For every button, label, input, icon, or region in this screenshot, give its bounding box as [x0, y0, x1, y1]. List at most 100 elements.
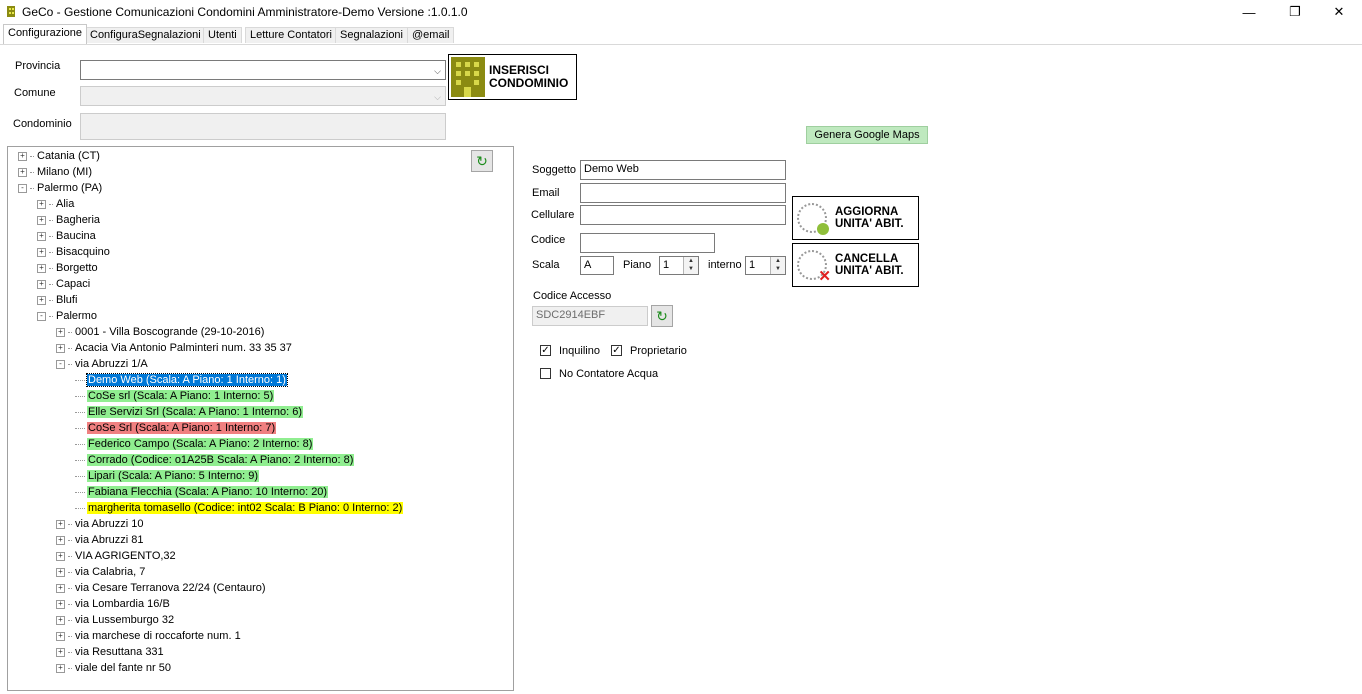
tree-node[interactable]: Federico Campo (Scala: A Piano: 2 Intern… — [75, 437, 314, 452]
tree-node[interactable]: + Capaci — [37, 277, 91, 292]
tree-node[interactable]: + via Lombardia 16/B — [56, 597, 171, 612]
expand-icon[interactable]: + — [37, 279, 46, 289]
tree-node[interactable]: +0001 - Villa Boscogrande (29-10-2016) — [56, 325, 265, 340]
tree-node-label[interactable]: via marchese di roccaforte num. 1 — [74, 630, 242, 642]
tree-node-label[interactable]: margherita tomasello (Codice: int02 Scal… — [87, 502, 404, 514]
comune-combo[interactable]: ⌵ — [80, 86, 446, 106]
expand-icon[interactable]: + — [37, 295, 46, 305]
expand-icon[interactable]: + — [56, 567, 65, 577]
spin-arrows-icon[interactable]: ▲ ▼ — [683, 257, 698, 274]
tree-node-label[interactable]: Lipari (Scala: A Piano: 5 Interno: 9) — [87, 470, 259, 482]
tree-node-label[interactable]: 0001 - Villa Boscogrande (29-10-2016) — [74, 326, 265, 338]
expand-icon[interactable]: + — [37, 199, 46, 209]
tree-node-label[interactable]: Palermo (PA) — [36, 182, 103, 194]
close-button[interactable]: ✕ — [1316, 0, 1362, 24]
expand-icon[interactable]: + — [18, 167, 27, 177]
expand-icon[interactable]: + — [56, 631, 65, 641]
tree-node-label[interactable]: Corrado (Codice: o1A25B Scala: A Piano: … — [87, 454, 355, 466]
tree-node-label[interactable]: CoSe srl (Scala: A Piano: 1 Interno: 5) — [87, 390, 275, 402]
tree-node-label[interactable]: via Lussemburgo 32 — [74, 614, 175, 626]
expand-icon[interactable]: + — [56, 599, 65, 609]
aggiorna-unita-button[interactable]: AGGIORNA UNITA' ABIT. — [792, 196, 919, 240]
tree-node-label[interactable]: Catania (CT) — [36, 150, 101, 162]
interno-stepper[interactable]: 1 ▲ ▼ — [745, 256, 786, 275]
tree-node-label[interactable]: VIA AGRIGENTO,32 — [74, 550, 177, 562]
tree-node[interactable]: + Milano (MI) — [18, 165, 93, 180]
refresh-tree-button[interactable]: ↻ — [471, 150, 493, 172]
spin-arrows-icon[interactable]: ▲ ▼ — [770, 257, 785, 274]
expand-icon[interactable]: + — [56, 663, 65, 673]
expand-icon[interactable]: + — [56, 615, 65, 625]
expand-icon[interactable]: + — [56, 327, 65, 337]
tree-node-label[interactable]: Baucina — [55, 230, 97, 242]
tree-node[interactable]: + VIA AGRIGENTO,32 — [56, 549, 177, 564]
tab-segnalazioni[interactable]: Segnalazioni — [335, 27, 408, 43]
tree-node[interactable]: Elle Servizi Srl (Scala: A Piano: 1 Inte… — [75, 405, 303, 420]
tree-node-label[interactable]: viale del fante nr 50 — [74, 662, 172, 674]
condominio-field[interactable] — [80, 113, 446, 140]
tree-node-label[interactable]: Demo Web (Scala: A Piano: 1 Interno: 1) — [86, 373, 288, 387]
cellulare-input[interactable] — [580, 205, 786, 225]
tree-node[interactable]: + via Resuttana 331 — [56, 645, 165, 660]
tree-node[interactable]: CoSe srl (Scala: A Piano: 1 Interno: 5) — [75, 389, 275, 404]
tree-node-label[interactable]: Federico Campo (Scala: A Piano: 2 Intern… — [87, 438, 314, 450]
tree-node[interactable]: + Acacia Via Antonio Palminteri num. 33 3… — [56, 341, 293, 356]
soggetto-input[interactable]: Demo Web — [580, 160, 786, 180]
tab-email[interactable]: @email — [407, 27, 455, 43]
condomini-tree[interactable]: + Catania (CT) + Milano (MI) - Palermo (PA) + A… — [7, 146, 514, 691]
tab-utenti[interactable]: Utenti — [203, 27, 242, 43]
tree-node[interactable]: margherita tomasello (Codice: int02 Scal… — [75, 501, 404, 516]
tree-node-label[interactable]: Milano (MI) — [36, 166, 93, 178]
expand-icon[interactable]: + — [56, 519, 65, 529]
cancella-unita-button[interactable]: ✕ CANCELLA UNITA' ABIT. — [792, 243, 919, 287]
tree-node[interactable]: Demo Web (Scala: A Piano: 1 Interno: 1) — [75, 373, 288, 388]
tree-node[interactable]: + via Abruzzi 10 — [56, 517, 144, 532]
tab-configurazione[interactable]: Configurazione — [3, 24, 87, 44]
tree-node[interactable]: - via Abruzzi 1/A — [56, 357, 149, 372]
tree-node-label[interactable]: via Abruzzi 1/A — [74, 358, 149, 370]
expand-icon[interactable]: + — [37, 231, 46, 241]
tab-letture-contatori[interactable]: Letture Contatori — [245, 27, 337, 43]
inserisci-condominio-button[interactable]: INSERISCI CONDOMINIO — [448, 54, 577, 100]
expand-icon[interactable]: + — [18, 151, 27, 161]
expand-icon[interactable]: + — [56, 343, 65, 353]
tree-node-label[interactable]: Bisacquino — [55, 246, 111, 258]
tree-node-label[interactable]: Blufi — [55, 294, 78, 306]
tree-node-label[interactable]: via Cesare Terranova 22/24 (Centauro) — [74, 582, 267, 594]
tree-node-label[interactable]: Borgetto — [55, 262, 99, 274]
genera-google-maps-button[interactable]: Genera Google Maps — [806, 126, 928, 144]
tree-node-label[interactable]: Fabiana Flecchia (Scala: A Piano: 10 Int… — [87, 486, 329, 498]
scala-input[interactable]: A — [580, 256, 614, 275]
tree-node[interactable]: + via Cesare Terranova 22/24 (Centauro) — [56, 581, 267, 596]
tab-configura-segnalazioni[interactable]: ConfiguraSegnalazioni — [85, 27, 206, 43]
expand-icon[interactable]: + — [56, 647, 65, 657]
tree-node[interactable]: + via Lussemburgo 32 — [56, 613, 175, 628]
provincia-combo[interactable]: ⌵ — [80, 60, 446, 80]
tree-node[interactable]: + Catania (CT) — [18, 149, 101, 164]
collapse-icon[interactable]: - — [37, 311, 46, 321]
codice-input[interactable] — [580, 233, 715, 253]
tree-node-label[interactable]: Acacia Via Antonio Palminteri num. 33 35… — [74, 342, 293, 354]
tree-node-label[interactable]: Capaci — [55, 278, 91, 290]
tree-node[interactable]: Corrado (Codice: o1A25B Scala: A Piano: … — [75, 453, 355, 468]
tree-node-label[interactable]: Elle Servizi Srl (Scala: A Piano: 1 Inte… — [87, 406, 303, 418]
tree-node[interactable]: + Borgetto — [37, 261, 99, 276]
tree-node-label[interactable]: via Resuttana 331 — [74, 646, 165, 658]
tree-node[interactable]: + Baucina — [37, 229, 97, 244]
tree-node[interactable]: - Palermo — [37, 309, 98, 324]
tree-node-label[interactable]: Palermo — [55, 310, 98, 322]
collapse-icon[interactable]: - — [18, 183, 27, 193]
expand-icon[interactable]: + — [56, 583, 65, 593]
tree-node[interactable]: + Bagheria — [37, 213, 101, 228]
proprietario-checkbox[interactable]: ✓ — [611, 345, 622, 356]
tree-node[interactable]: + viale del fante nr 50 — [56, 661, 172, 676]
tree-node-label[interactable]: via Calabria, 7 — [74, 566, 146, 578]
refresh-codice-button[interactable]: ↻ — [651, 305, 673, 327]
expand-icon[interactable]: + — [56, 535, 65, 545]
no-contatore-checkbox[interactable] — [540, 368, 551, 379]
restore-button[interactable]: ❐ — [1272, 0, 1318, 24]
tree-node[interactable]: + via marchese di roccaforte num. 1 — [56, 629, 242, 644]
tree-node[interactable]: + Bisacquino — [37, 245, 111, 260]
tree-node[interactable]: - Palermo (PA) — [18, 181, 103, 196]
expand-icon[interactable]: + — [56, 551, 65, 561]
